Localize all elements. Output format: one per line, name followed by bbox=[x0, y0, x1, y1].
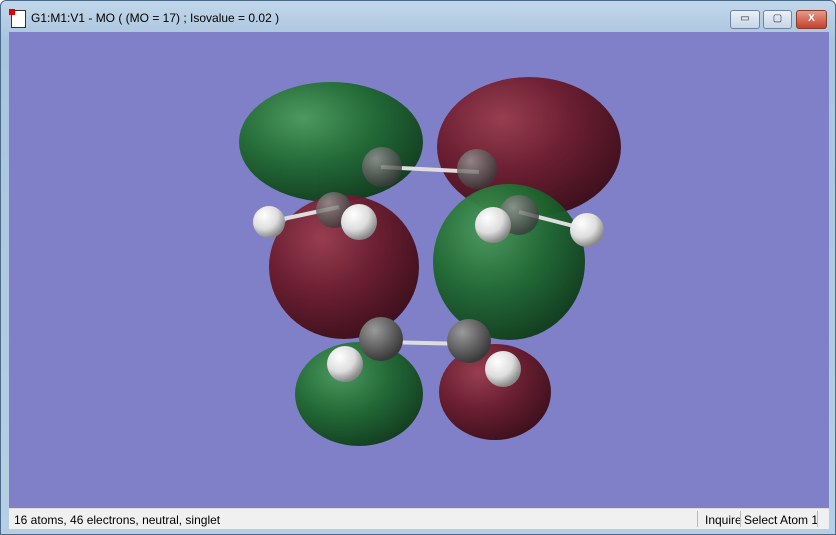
molecule-info: 16 atoms, 46 electrons, neutral, singlet bbox=[14, 513, 221, 527]
close-button[interactable]: X bbox=[796, 10, 827, 29]
status-bar: 16 atoms, 46 electrons, neutral, singlet… bbox=[9, 508, 829, 529]
maximize-button[interactable]: ▢ bbox=[763, 10, 792, 29]
title-bar[interactable]: G1:M1:V1 - MO ( (MO = 17) ; Isovalue = 0… bbox=[1, 1, 835, 33]
action-prompt: Select Atom 1 bbox=[744, 513, 819, 527]
status-divider bbox=[817, 511, 818, 527]
orbital-lobe-positive bbox=[239, 82, 423, 202]
status-divider bbox=[740, 511, 741, 527]
molecule-render bbox=[239, 77, 621, 446]
minimize-button[interactable]: ▭ bbox=[730, 10, 760, 29]
gaussview-window: G1:M1:V1 - MO ( (MO = 17) ; Isovalue = 0… bbox=[0, 0, 836, 535]
app-icon bbox=[9, 9, 26, 28]
molecule-viewport[interactable] bbox=[9, 32, 829, 508]
window-title: G1:M1:V1 - MO ( (MO = 17) ; Isovalue = 0… bbox=[31, 11, 280, 25]
status-divider bbox=[697, 511, 698, 527]
mode-label: Inquire bbox=[705, 513, 742, 527]
